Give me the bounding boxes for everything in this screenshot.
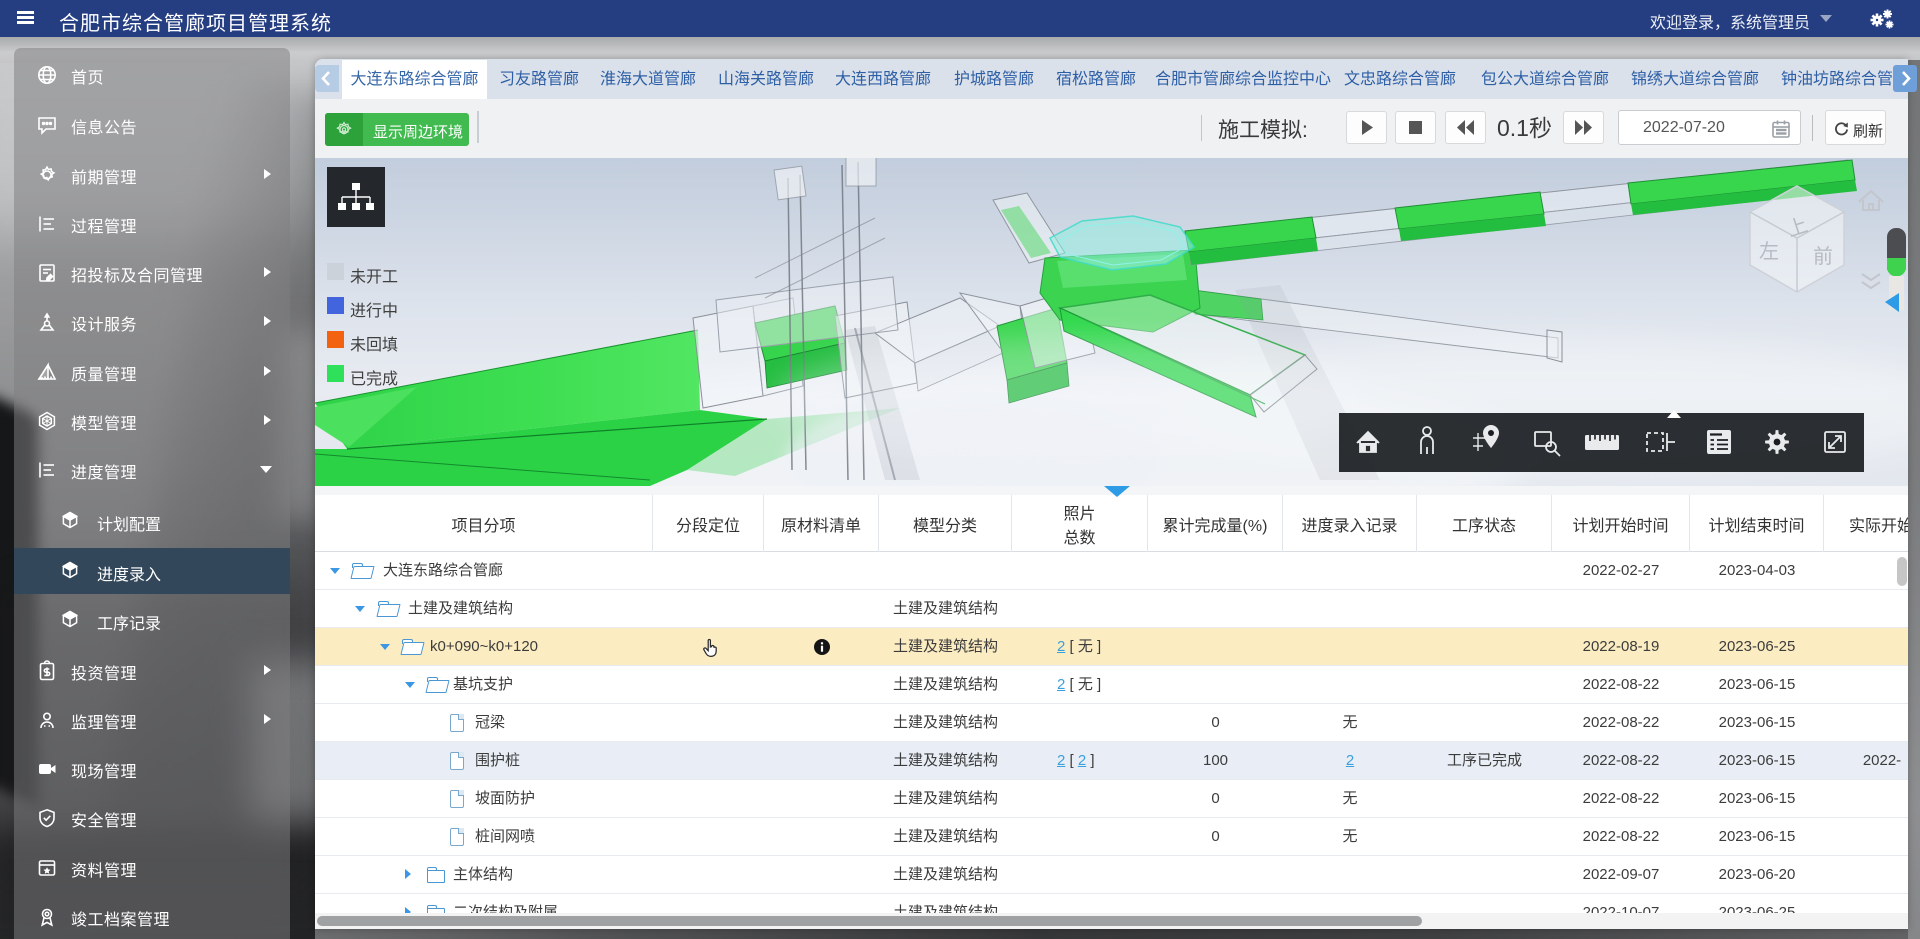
svg-text:前: 前 [1813,245,1833,268]
svg-text:左: 左 [1759,240,1779,263]
